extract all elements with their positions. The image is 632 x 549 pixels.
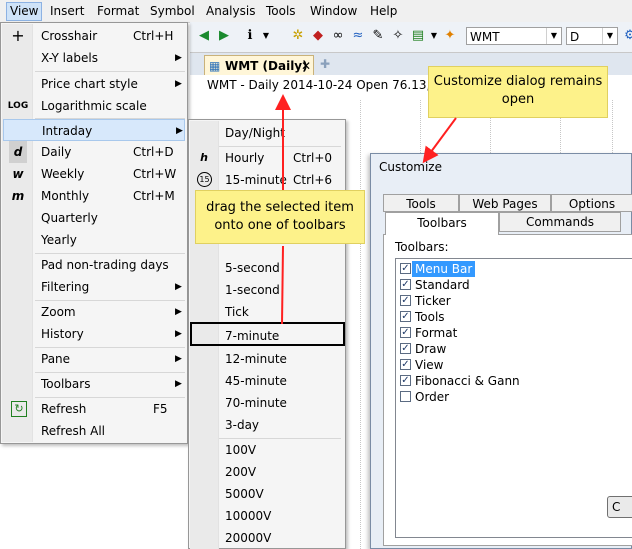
arrow-line (281, 245, 284, 325)
arrow-to-dialog (422, 117, 457, 164)
annotation-arrows (275, 94, 457, 325)
